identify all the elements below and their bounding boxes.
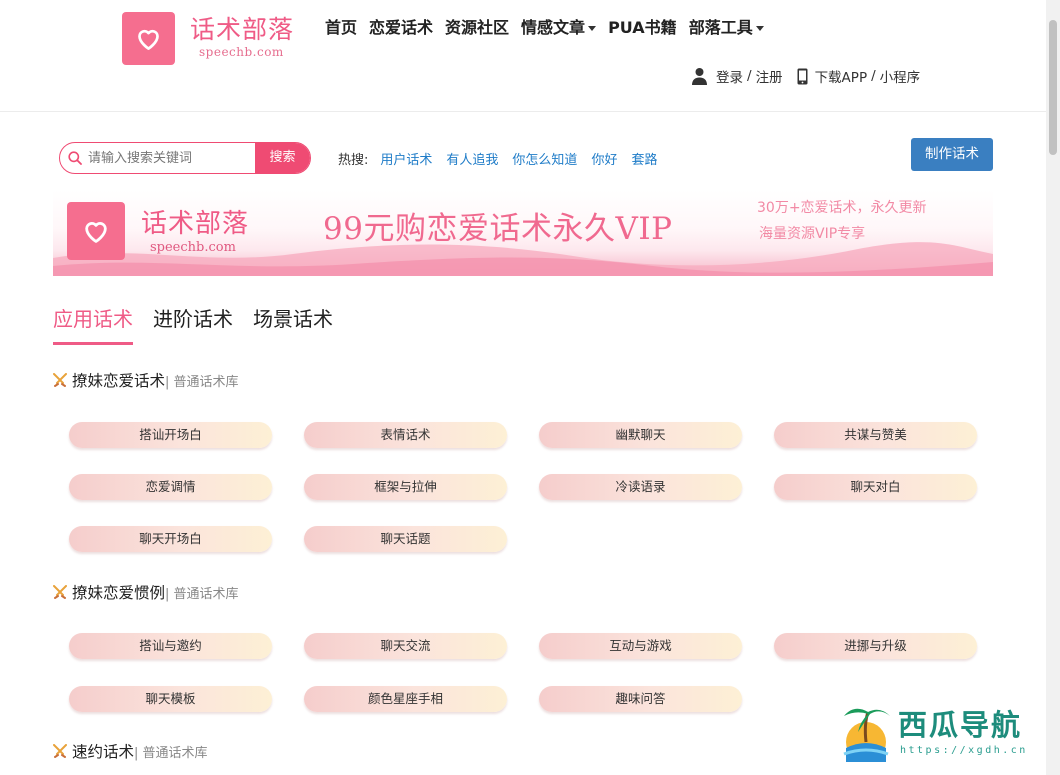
phone-icon bbox=[797, 68, 808, 84]
hot-link[interactable]: 有人追我 bbox=[446, 149, 498, 168]
watermark-url: https://xgdh.cn bbox=[900, 745, 1028, 756]
logo-heart-icon[interactable] bbox=[122, 12, 175, 65]
speech-category-button[interactable]: 表情话术 bbox=[304, 422, 507, 448]
banner-headline: 99元购恋爱话术永久VIP bbox=[323, 211, 673, 247]
banner-tagline-1: 30万+恋爱话术，永久更新 bbox=[757, 200, 927, 216]
search-button[interactable]: 搜索 bbox=[255, 143, 310, 173]
hot-search-label: 热搜: bbox=[338, 153, 369, 168]
banner-tagline-2: 海量资源VIP专享 bbox=[759, 226, 866, 242]
nav-label: 情感文章 bbox=[521, 18, 586, 37]
speech-category-button[interactable]: 进挪与升级 bbox=[774, 633, 977, 659]
section-subtitle: | 普通话术库 bbox=[134, 745, 208, 761]
swords-icon bbox=[53, 585, 67, 599]
speech-category-button[interactable]: 聊天开场白 bbox=[69, 526, 272, 552]
speech-category-button[interactable]: 搭讪开场白 bbox=[69, 422, 272, 448]
separator: / bbox=[871, 68, 876, 84]
nav-item-love-speech[interactable]: 恋爱话术 bbox=[369, 14, 433, 38]
chevron-down-icon bbox=[588, 26, 597, 31]
speech-category-button[interactable]: 搭讪与邀约 bbox=[69, 633, 272, 659]
hot-link[interactable]: 套路 bbox=[631, 149, 657, 168]
separator: / bbox=[747, 68, 752, 84]
speech-category-button[interactable]: 框架与拉伸 bbox=[304, 474, 507, 500]
speech-category-button[interactable]: 颜色星座手相 bbox=[304, 686, 507, 712]
section-subtitle: | 普通话术库 bbox=[165, 586, 239, 602]
hot-link[interactable]: 你好 bbox=[591, 149, 617, 168]
section-title: 撩妹恋爱惯例 | 普通话术库 bbox=[53, 581, 239, 603]
watermark-title: 西瓜导航 bbox=[898, 708, 1023, 742]
speech-category-button[interactable]: 互动与游戏 bbox=[539, 633, 742, 659]
chevron-down-icon bbox=[755, 26, 764, 31]
site-header: 话术部落 speechb.com 首页 恋爱话术 资源社区 情感文章 PUA书籍… bbox=[0, 0, 1046, 112]
logo-text[interactable]: 话术部落 bbox=[190, 10, 294, 46]
hot-link[interactable]: 你怎么知道 bbox=[512, 149, 577, 168]
swords-icon bbox=[53, 373, 67, 387]
tab-advanced-speech[interactable]: 进阶话术 bbox=[153, 303, 233, 345]
speech-category-button[interactable]: 幽默聊天 bbox=[539, 422, 742, 448]
tab-applied-speech[interactable]: 应用话术 bbox=[53, 303, 133, 345]
speech-category-button[interactable]: 聊天模板 bbox=[69, 686, 272, 712]
banner-logo-text: 话术部落 bbox=[141, 209, 250, 239]
nav-label: 资源社区 bbox=[445, 18, 510, 37]
nav-item-tribe-tools[interactable]: 部落工具 bbox=[689, 14, 764, 38]
island-logo-icon bbox=[843, 708, 890, 762]
nav-label: PUA书籍 bbox=[608, 18, 677, 37]
speech-category-button[interactable]: 聊天交流 bbox=[304, 633, 507, 659]
banner-logo-subtitle: speechb.com bbox=[150, 240, 236, 255]
section-title-text: 撩妹恋爱惯例 bbox=[72, 584, 166, 602]
watermark: 西瓜导航 https://xgdh.cn bbox=[838, 700, 1043, 768]
swords-icon bbox=[53, 744, 67, 758]
category-tabs: 应用话术 进阶话术 场景话术 bbox=[53, 303, 353, 345]
section-title: 速约话术 | 普通话术库 bbox=[53, 740, 208, 762]
page-scrollbar[interactable] bbox=[1046, 0, 1060, 775]
section-subtitle: | 普通话术库 bbox=[165, 374, 239, 390]
nav-label: 首页 bbox=[325, 18, 358, 37]
download-app-link[interactable]: 下载APP bbox=[815, 66, 868, 86]
nav-item-pua-books[interactable]: PUA书籍 bbox=[608, 14, 677, 38]
make-speech-button[interactable]: 制作话术 bbox=[911, 138, 993, 171]
logo-subtitle: speechb.com bbox=[199, 45, 284, 59]
speech-category-button[interactable]: 冷读语录 bbox=[539, 474, 742, 500]
nav-item-home[interactable]: 首页 bbox=[325, 14, 357, 38]
speech-category-button[interactable]: 共谋与赞美 bbox=[774, 422, 977, 448]
nav-item-emotion-articles[interactable]: 情感文章 bbox=[521, 14, 597, 38]
speech-category-button[interactable]: 恋爱调情 bbox=[69, 474, 272, 500]
user-links: 登录 / 注册 下载APP / 小程序 bbox=[692, 66, 920, 86]
speech-category-button[interactable]: 聊天对白 bbox=[774, 474, 977, 500]
login-link[interactable]: 登录 bbox=[716, 66, 743, 86]
tab-scene-speech[interactable]: 场景话术 bbox=[253, 303, 333, 345]
section-title: 撩妹恋爱话术 | 普通话术库 bbox=[53, 369, 239, 391]
vip-banner[interactable]: 话术部落 speechb.com 99元购恋爱话术永久VIP 30万+恋爱话术，… bbox=[53, 190, 993, 276]
search-icon bbox=[68, 151, 82, 165]
main-nav: 首页 恋爱话术 资源社区 情感文章 PUA书籍 部落工具 bbox=[325, 14, 776, 38]
speech-category-button[interactable]: 趣味问答 bbox=[539, 686, 742, 712]
hot-search: 热搜: 用户话术 有人追我 你怎么知道 你好 套路 bbox=[338, 149, 671, 168]
nav-label: 部落工具 bbox=[688, 18, 753, 37]
section-title-text: 撩妹恋爱话术 bbox=[72, 372, 166, 390]
search-box: 搜索 bbox=[59, 142, 311, 174]
section-title-text: 速约话术 bbox=[72, 743, 135, 761]
nav-label: 恋爱话术 bbox=[369, 18, 434, 37]
banner-heart-icon bbox=[67, 202, 125, 260]
hot-link[interactable]: 用户话术 bbox=[380, 149, 432, 168]
speech-category-button[interactable]: 聊天话题 bbox=[304, 526, 507, 552]
nav-item-resource-community[interactable]: 资源社区 bbox=[445, 14, 509, 38]
user-icon bbox=[692, 68, 707, 85]
mini-program-link[interactable]: 小程序 bbox=[880, 66, 921, 86]
register-link[interactable]: 注册 bbox=[756, 66, 783, 86]
search-input[interactable] bbox=[88, 143, 253, 173]
scrollbar-thumb[interactable] bbox=[1049, 20, 1057, 155]
